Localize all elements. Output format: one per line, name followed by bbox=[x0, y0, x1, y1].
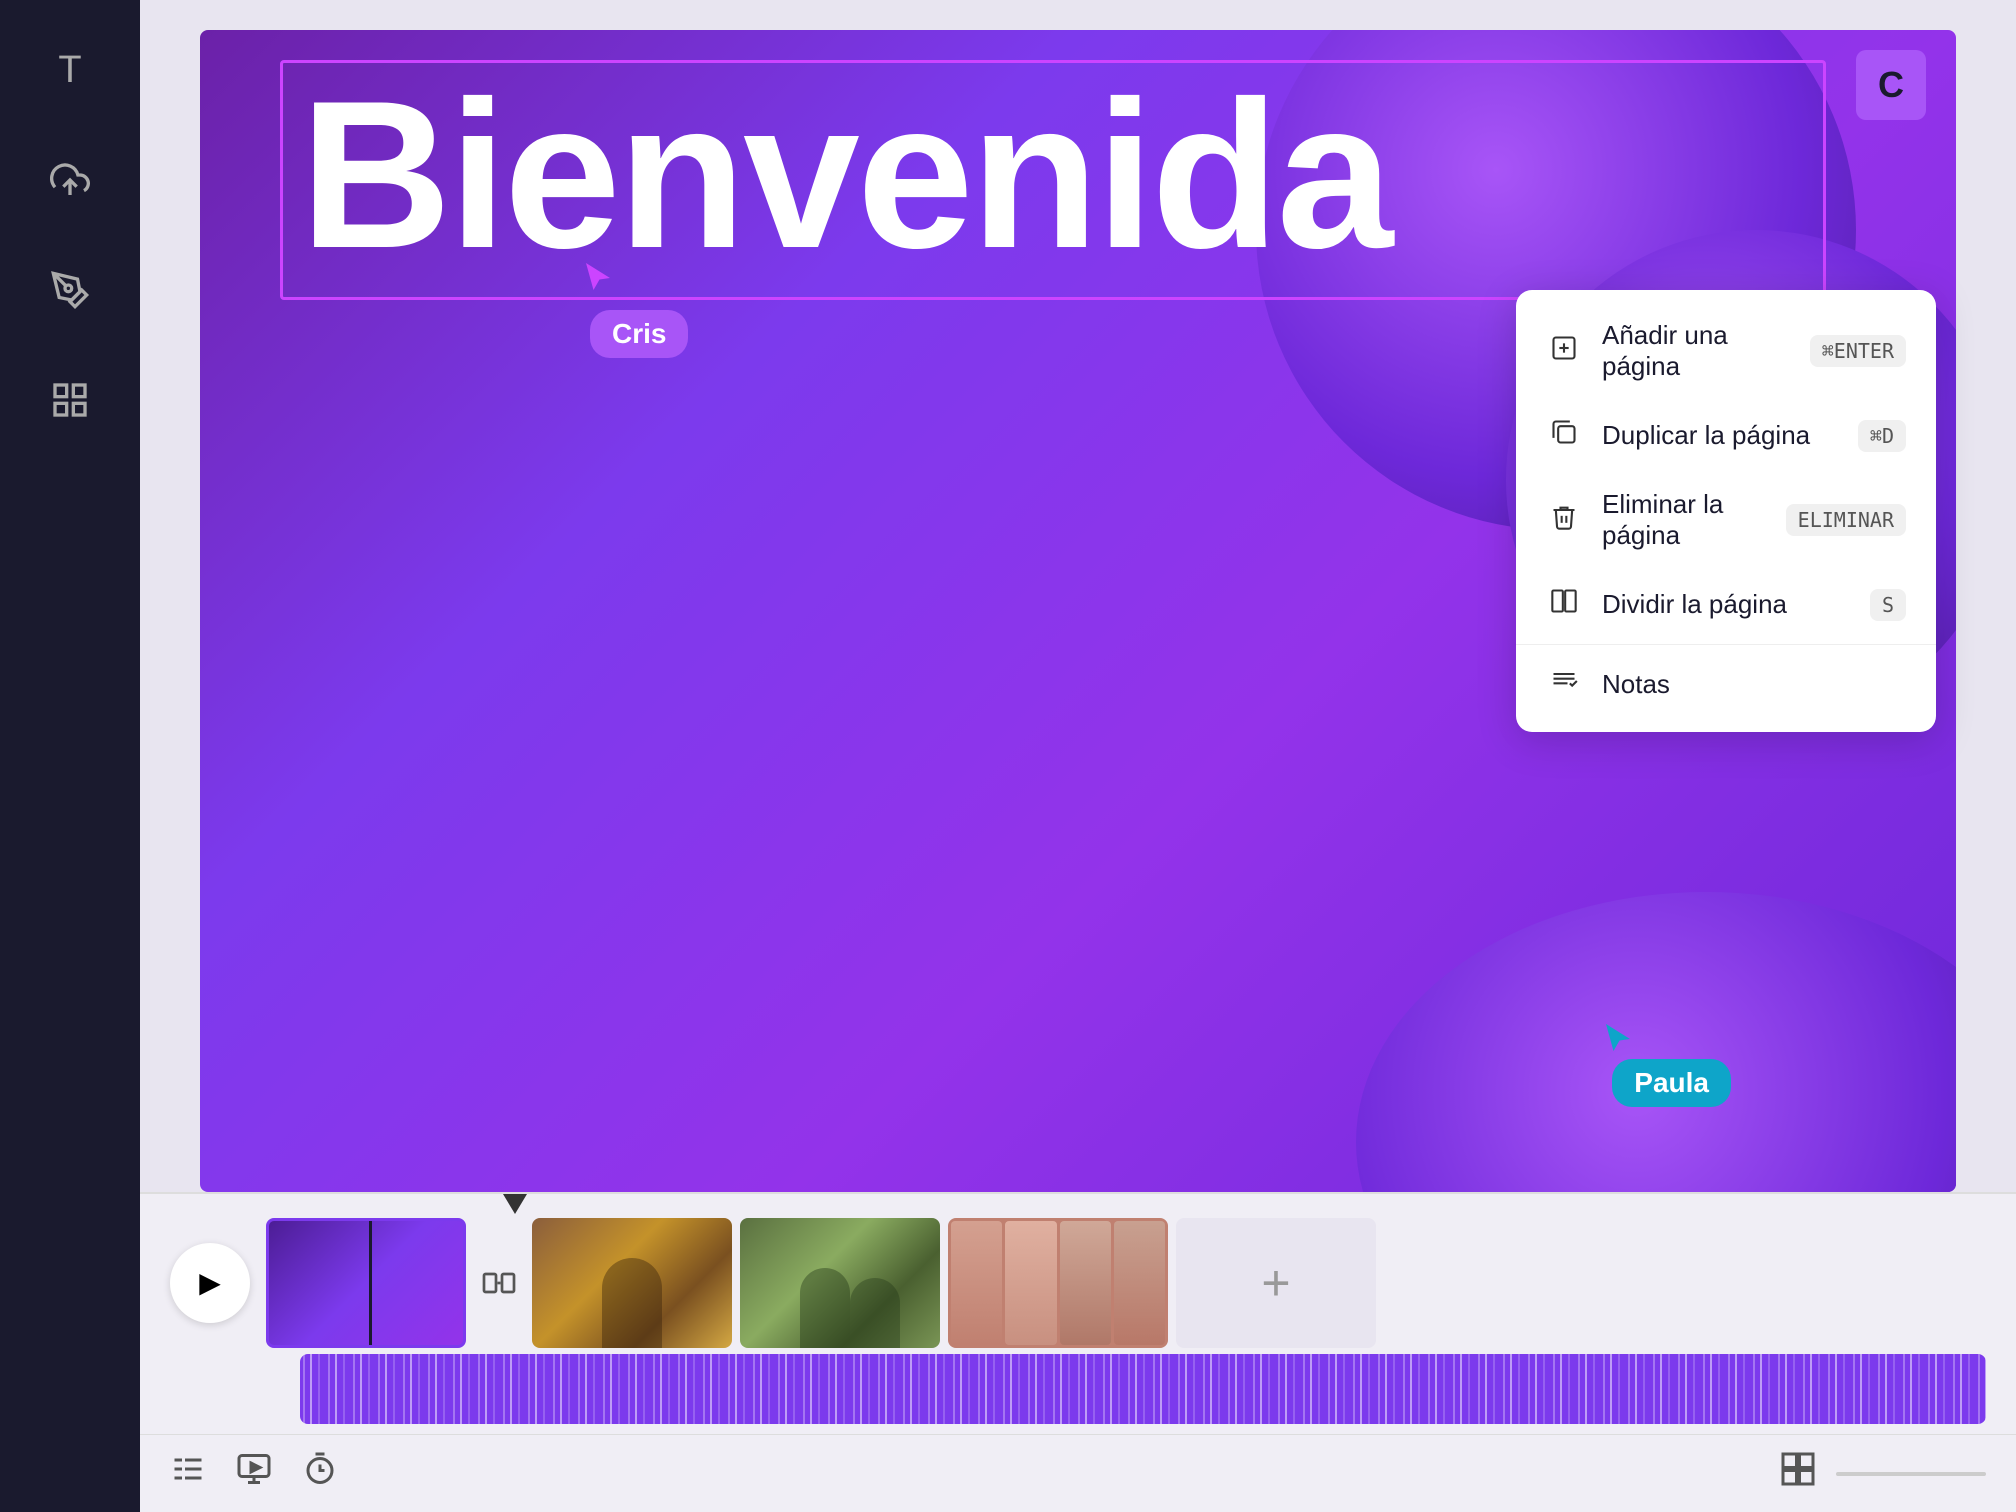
play-button[interactable]: ▶ bbox=[170, 1243, 250, 1323]
list-view-icon[interactable] bbox=[170, 1451, 206, 1496]
upload-icon[interactable] bbox=[40, 150, 100, 210]
timeline: ▶ bbox=[140, 1192, 2016, 1512]
audio-waveform[interactable] bbox=[300, 1354, 1986, 1424]
playhead-line bbox=[140, 1194, 2016, 1212]
cursor-label-paula: Paula bbox=[1612, 1059, 1731, 1107]
shortcut-split-page: S bbox=[1870, 589, 1906, 621]
menu-item-delete-page[interactable]: Eliminar la página ELIMINAR bbox=[1516, 471, 1936, 569]
shortcut-delete-page: ELIMINAR bbox=[1786, 504, 1906, 536]
split-page-icon bbox=[1546, 587, 1582, 622]
menu-label-delete-page: Eliminar la página bbox=[1602, 489, 1766, 551]
context-menu: Añadir una página ⌘ENTER Duplicar la pág… bbox=[1516, 290, 1936, 732]
menu-item-duplicate-page[interactable]: Duplicar la página ⌘D bbox=[1516, 400, 1936, 471]
timeline-tracks: ▶ bbox=[140, 1212, 2016, 1354]
shortcut-duplicate-page: ⌘D bbox=[1858, 420, 1906, 452]
sidebar: T bbox=[0, 0, 140, 1512]
cursor-label-cris: Cris bbox=[590, 310, 688, 358]
thumbnail-4[interactable] bbox=[948, 1218, 1168, 1348]
grid-apps-icon[interactable] bbox=[40, 370, 100, 430]
menu-item-notes[interactable]: Notas bbox=[1516, 649, 1936, 720]
draw-icon[interactable] bbox=[40, 260, 100, 320]
playhead-triangle bbox=[503, 1194, 527, 1214]
thumbnail-strip: + bbox=[266, 1218, 1986, 1348]
playhead-vline bbox=[369, 1221, 372, 1345]
bg-orb-3 bbox=[1356, 892, 1956, 1192]
cursor-paula bbox=[1600, 1021, 1636, 1062]
cursor-cris bbox=[580, 260, 616, 301]
menu-label-notes: Notas bbox=[1602, 669, 1906, 700]
grid-view-toggle[interactable] bbox=[1780, 1451, 1816, 1496]
avatar-c: C bbox=[1856, 50, 1926, 120]
thumbnail-3[interactable] bbox=[740, 1218, 940, 1348]
transition-icon[interactable] bbox=[474, 1218, 524, 1348]
add-clip-button[interactable]: + bbox=[1176, 1218, 1376, 1348]
text-tool-icon[interactable]: T bbox=[40, 40, 100, 100]
menu-item-add-page[interactable]: Añadir una página ⌘ENTER bbox=[1516, 302, 1936, 400]
bottom-right-controls bbox=[1780, 1451, 1986, 1496]
delete-page-icon bbox=[1546, 503, 1582, 538]
canvas-area[interactable]: Bienvenida C Cris Paula bbox=[140, 0, 2016, 1192]
menu-label-split-page: Dividir la página bbox=[1602, 589, 1850, 620]
play-preview-icon[interactable] bbox=[236, 1451, 272, 1496]
shortcut-add-page: ⌘ENTER bbox=[1810, 335, 1906, 367]
main-content: Bienvenida C Cris Paula bbox=[140, 0, 2016, 1512]
thumbnail-2[interactable] bbox=[532, 1218, 732, 1348]
thumbnail-1[interactable] bbox=[266, 1218, 466, 1348]
menu-divider bbox=[1516, 644, 1936, 645]
notes-icon bbox=[1546, 667, 1582, 702]
duplicate-page-icon bbox=[1546, 418, 1582, 453]
slide-title[interactable]: Bienvenida bbox=[300, 70, 1390, 280]
add-page-icon bbox=[1546, 334, 1582, 369]
timer-icon[interactable] bbox=[302, 1451, 338, 1496]
waveform-row bbox=[140, 1354, 2016, 1434]
menu-item-split-page[interactable]: Dividir la página S bbox=[1516, 569, 1936, 640]
bottom-toolbar bbox=[140, 1434, 2016, 1512]
zoom-slider[interactable] bbox=[1836, 1472, 1986, 1476]
menu-label-duplicate-page: Duplicar la página bbox=[1602, 420, 1838, 451]
menu-label-add-page: Añadir una página bbox=[1602, 320, 1790, 382]
